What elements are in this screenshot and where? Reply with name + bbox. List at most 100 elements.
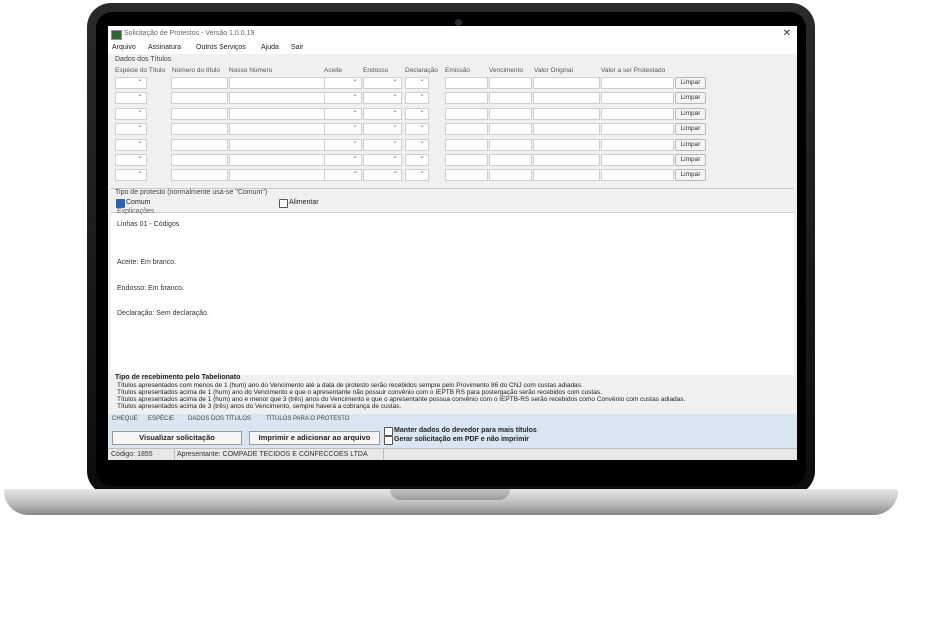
col-numero: Número do título bbox=[172, 67, 221, 74]
valor-original-input[interactable] bbox=[533, 77, 600, 89]
clear-row-button[interactable]: Limpar bbox=[675, 154, 706, 166]
declaracao-select[interactable] bbox=[405, 137, 429, 151]
endosso-select[interactable] bbox=[363, 90, 402, 105]
laptop-base bbox=[4, 489, 898, 515]
clear-row-button[interactable]: Limpar bbox=[675, 92, 706, 105]
valor-protestado-input[interactable] bbox=[601, 107, 674, 120]
nosso-numero-input[interactable] bbox=[229, 169, 325, 182]
especie-select[interactable] bbox=[115, 90, 147, 105]
valor-original-input[interactable] bbox=[533, 154, 600, 166]
numero-input[interactable] bbox=[171, 169, 228, 182]
endosso-select[interactable] bbox=[363, 167, 402, 182]
declaracao-select[interactable] bbox=[405, 152, 429, 166]
emissao-input[interactable] bbox=[445, 154, 488, 166]
nosso-numero-input[interactable] bbox=[229, 77, 325, 89]
menu-sair[interactable]: Sair bbox=[291, 44, 303, 51]
print-add-button[interactable]: Imprimir e adicionar ao arquivo bbox=[249, 431, 380, 445]
aceite-select[interactable] bbox=[324, 75, 362, 89]
menu-bar: Arquivo Assinatura Outros Serviços Ajuda… bbox=[108, 42, 797, 54]
emissao-input[interactable] bbox=[445, 138, 488, 151]
aceite-select[interactable] bbox=[324, 167, 362, 182]
explanation-line: Endosso: Em branco. bbox=[117, 285, 184, 292]
clear-row-button[interactable]: Limpar bbox=[675, 169, 706, 182]
endosso-select[interactable] bbox=[363, 152, 402, 166]
numero-input[interactable] bbox=[171, 107, 228, 120]
emissao-input[interactable] bbox=[445, 123, 488, 136]
vencimento-input[interactable] bbox=[489, 92, 532, 105]
pdf-checkbox[interactable] bbox=[384, 436, 393, 445]
declaracao-select[interactable] bbox=[405, 75, 429, 89]
clear-row-button[interactable]: Limpar bbox=[675, 138, 706, 151]
vencimento-input[interactable] bbox=[489, 123, 532, 136]
close-icon[interactable]: ✕ bbox=[783, 28, 791, 39]
valor-protestado-input[interactable] bbox=[601, 123, 674, 136]
keep-debtor-checkbox[interactable] bbox=[384, 427, 393, 436]
vencimento-input[interactable] bbox=[489, 138, 532, 151]
emissao-input[interactable] bbox=[445, 169, 488, 182]
valor-original-input[interactable] bbox=[533, 138, 600, 151]
valor-protestado-input[interactable] bbox=[601, 77, 674, 89]
clear-row-button[interactable]: Limpar bbox=[675, 77, 706, 89]
clear-row-button[interactable]: Limpar bbox=[675, 123, 706, 136]
especie-select[interactable] bbox=[115, 137, 147, 151]
endosso-select[interactable] bbox=[363, 137, 402, 151]
aceite-select[interactable] bbox=[324, 106, 362, 120]
vencimento-input[interactable] bbox=[489, 154, 532, 166]
nosso-numero-input[interactable] bbox=[229, 154, 325, 166]
numero-input[interactable] bbox=[171, 154, 228, 166]
endosso-select[interactable] bbox=[363, 75, 402, 89]
tab-dados-titulos[interactable]: DADOS DOS TÍTULOS bbox=[188, 416, 251, 422]
numero-input[interactable] bbox=[171, 138, 228, 151]
tab-titulos-protesto[interactable]: TÍTULOS PARA O PROTESTO bbox=[266, 416, 349, 422]
declaracao-select[interactable] bbox=[405, 90, 429, 105]
view-request-button[interactable]: Visualizar solicitação bbox=[112, 431, 242, 445]
comum-radio[interactable] bbox=[116, 199, 125, 208]
valor-original-input[interactable] bbox=[533, 92, 600, 105]
tab-cheque[interactable]: CHEQUE bbox=[112, 416, 138, 422]
nosso-numero-input[interactable] bbox=[229, 138, 325, 151]
endosso-select[interactable] bbox=[363, 106, 402, 120]
alimentar-checkbox[interactable] bbox=[279, 199, 288, 208]
aceite-select[interactable] bbox=[324, 121, 362, 136]
numero-input[interactable] bbox=[171, 77, 228, 89]
endosso-select[interactable] bbox=[363, 121, 402, 136]
vencimento-input[interactable] bbox=[489, 169, 532, 182]
especie-select[interactable] bbox=[115, 167, 147, 182]
aceite-select[interactable] bbox=[324, 152, 362, 166]
especie-select[interactable] bbox=[115, 152, 147, 166]
emissao-input[interactable] bbox=[445, 77, 488, 89]
especie-select[interactable] bbox=[115, 75, 147, 89]
valor-original-input[interactable] bbox=[533, 123, 600, 136]
vencimento-input[interactable] bbox=[489, 77, 532, 89]
declaracao-select[interactable] bbox=[405, 106, 429, 120]
menu-assinatura[interactable]: Assinatura bbox=[148, 44, 181, 51]
aceite-select[interactable] bbox=[324, 137, 362, 151]
especie-select[interactable] bbox=[115, 106, 147, 120]
numero-input[interactable] bbox=[171, 123, 228, 136]
menu-outros-servicos[interactable]: Outros Serviços bbox=[196, 44, 246, 51]
declaracao-select[interactable] bbox=[405, 121, 429, 136]
col-endosso: Endosso bbox=[363, 67, 389, 74]
valor-protestado-input[interactable] bbox=[601, 154, 674, 166]
nosso-numero-input[interactable] bbox=[229, 123, 325, 136]
numero-input[interactable] bbox=[171, 92, 228, 105]
valor-original-input[interactable] bbox=[533, 107, 600, 120]
menu-arquivo[interactable]: Arquivo bbox=[112, 44, 136, 51]
emissao-input[interactable] bbox=[445, 92, 488, 105]
nosso-numero-input[interactable] bbox=[229, 107, 325, 120]
tab-especie[interactable]: ESPÉCIE bbox=[148, 416, 174, 422]
especie-select[interactable] bbox=[115, 121, 147, 136]
nosso-numero-input[interactable] bbox=[229, 92, 325, 105]
menu-ajuda[interactable]: Ajuda bbox=[261, 44, 279, 51]
vencimento-input[interactable] bbox=[489, 107, 532, 120]
valor-original-input[interactable] bbox=[533, 169, 600, 182]
declaracao-select[interactable] bbox=[405, 167, 429, 182]
clear-row-button[interactable]: Limpar bbox=[675, 107, 706, 120]
emissao-input[interactable] bbox=[445, 107, 488, 120]
col-valor-original: Valor Original bbox=[534, 67, 573, 74]
explanation-label: Explicações bbox=[117, 208, 155, 215]
valor-protestado-input[interactable] bbox=[601, 92, 674, 105]
valor-protestado-input[interactable] bbox=[601, 138, 674, 151]
valor-protestado-input[interactable] bbox=[601, 169, 674, 182]
aceite-select[interactable] bbox=[324, 90, 362, 105]
